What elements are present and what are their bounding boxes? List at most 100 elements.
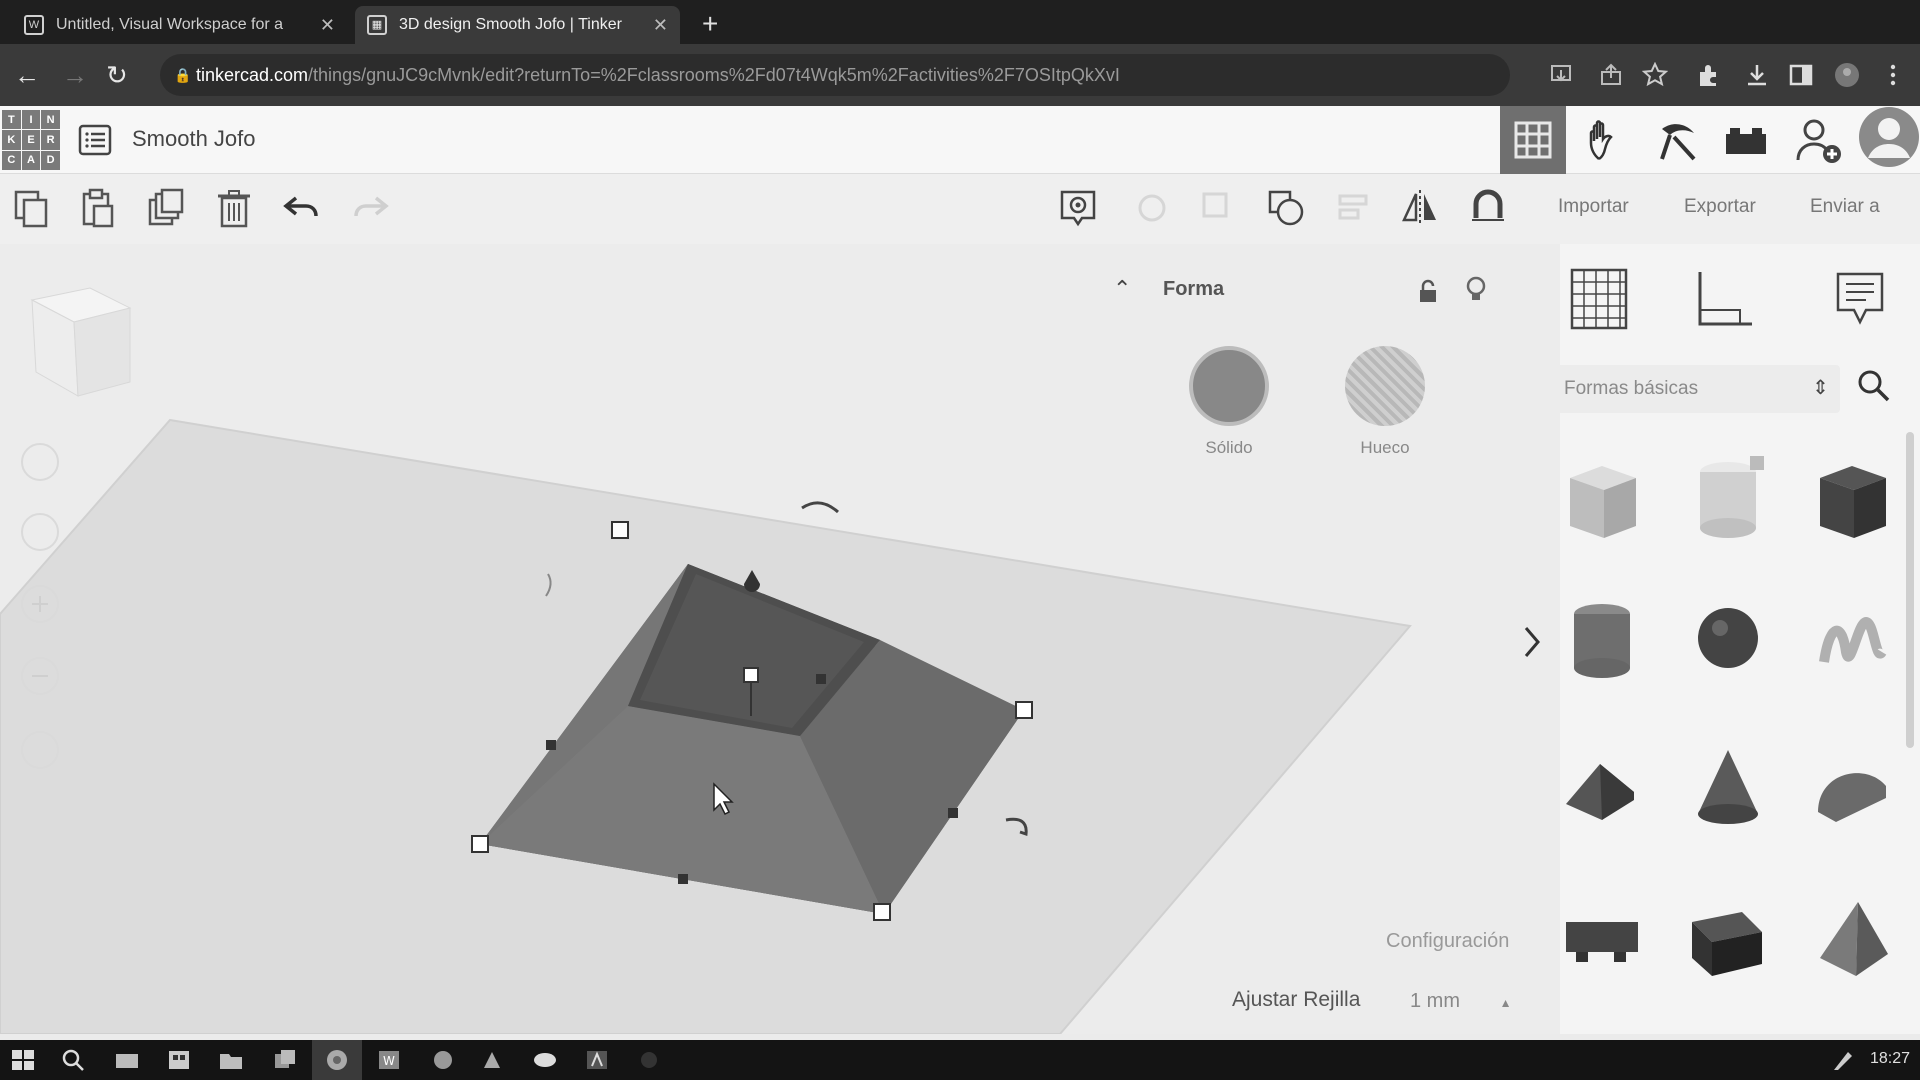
- tab-close-icon[interactable]: ✕: [320, 15, 335, 36]
- resize-handle[interactable]: [873, 903, 891, 921]
- browser-tab-tinkercad[interactable]: ▦ 3D design Smooth Jofo | Tinker ✕: [355, 6, 680, 44]
- browser-menu-icon[interactable]: [1880, 62, 1906, 88]
- design-list-icon[interactable]: [78, 124, 112, 156]
- roof-shape-tile[interactable]: [1556, 742, 1648, 834]
- settings-link[interactable]: Configuración: [1386, 930, 1509, 953]
- delete-trash-icon[interactable]: [214, 188, 254, 228]
- snap-grid-value: 1 mm: [1410, 990, 1460, 1012]
- hole-swatch[interactable]: [1345, 346, 1425, 426]
- sphere-shape-tile[interactable]: [1682, 592, 1774, 684]
- shape-category-select[interactable]: Formas básicas ⇕: [1540, 365, 1840, 413]
- app-icon[interactable]: [272, 1048, 298, 1072]
- scribble-shape-tile[interactable]: [1806, 592, 1898, 684]
- app-icon[interactable]: [584, 1048, 610, 1072]
- workplane-grid-icon[interactable]: [1570, 268, 1628, 330]
- reload-icon[interactable]: ↻: [106, 60, 128, 91]
- chrome-taskbar-button[interactable]: [312, 1040, 362, 1080]
- file-explorer-icon[interactable]: [218, 1048, 244, 1072]
- cone-shape-tile[interactable]: [1682, 742, 1774, 834]
- edge-handle[interactable]: [546, 740, 556, 750]
- view-3d-grid-button[interactable]: [1500, 106, 1566, 174]
- bricks-button[interactable]: [1650, 114, 1706, 168]
- round-roof-shape-tile[interactable]: [1806, 742, 1898, 834]
- side-panel-icon[interactable]: [1788, 62, 1814, 88]
- cylinder-outline-shape-tile[interactable]: [1682, 452, 1774, 544]
- collapse-chevron-icon[interactable]: ⌃: [1113, 276, 1131, 302]
- lego-bricks-button[interactable]: [1718, 114, 1774, 168]
- invite-user-button[interactable]: [1792, 114, 1848, 168]
- browser-tab-workspace[interactable]: W Untitled, Visual Workspace for a ✕: [12, 6, 347, 44]
- tab-favicon-icon: W: [24, 15, 44, 35]
- back-arrow-icon[interactable]: ←: [14, 60, 40, 91]
- app-icon[interactable]: [430, 1048, 456, 1072]
- app-icon[interactable]: [532, 1048, 558, 1072]
- tab-favicon-icon: ▦: [367, 15, 387, 35]
- app-icon[interactable]: [636, 1048, 662, 1072]
- download-icon[interactable]: [1744, 62, 1770, 88]
- undo-icon[interactable]: [282, 188, 322, 228]
- install-app-icon[interactable]: [1548, 62, 1574, 88]
- lock-icon[interactable]: [1417, 278, 1439, 304]
- url-path: /things/gnuJC9cMvnk/edit?returnTo=%2Fcla…: [308, 64, 1120, 85]
- text-shape-tile[interactable]: [1556, 892, 1648, 984]
- extensions-icon[interactable]: [1696, 62, 1722, 88]
- app-icon[interactable]: [166, 1048, 192, 1072]
- share-icon[interactable]: [1598, 62, 1624, 88]
- user-avatar[interactable]: [1858, 107, 1920, 167]
- duplicate-icon[interactable]: [146, 188, 186, 228]
- tinkercad-logo[interactable]: T I N K E R C A D: [2, 110, 60, 170]
- task-view-icon[interactable]: [114, 1048, 140, 1072]
- taskbar-search-icon[interactable]: [60, 1048, 86, 1072]
- wedge-shape-tile[interactable]: [1682, 892, 1774, 984]
- ungroup-icon[interactable]: [1266, 188, 1306, 228]
- redo-icon[interactable]: [350, 188, 390, 228]
- resize-handle[interactable]: [1015, 701, 1033, 719]
- panel-scrollbar[interactable]: [1906, 432, 1914, 748]
- cruise-magnet-icon[interactable]: [1468, 188, 1508, 228]
- mirror-icon[interactable]: [1400, 188, 1440, 228]
- notes-icon[interactable]: [1058, 188, 1098, 228]
- forward-arrow-icon[interactable]: →: [62, 60, 88, 91]
- bookmark-star-icon[interactable]: [1642, 62, 1668, 88]
- tab-title: 3D design Smooth Jofo | Tinker: [399, 16, 622, 33]
- group-icon[interactable]: [1198, 188, 1238, 228]
- profile-avatar-icon[interactable]: [1834, 62, 1860, 88]
- cylinder-shape-tile[interactable]: [1556, 592, 1648, 684]
- chrome-icon: [327, 1050, 347, 1070]
- edge-handle[interactable]: [948, 808, 958, 818]
- pen-icon[interactable]: [1830, 1048, 1856, 1072]
- copy-icon[interactable]: [12, 188, 52, 228]
- design-title[interactable]: Smooth Jofo: [132, 126, 256, 152]
- align-icon[interactable]: [1334, 188, 1374, 228]
- paste-icon[interactable]: [78, 188, 118, 228]
- edit-toolbar: Importar Exportar Enviar a: [0, 174, 1920, 244]
- show-all-icon[interactable]: [1132, 188, 1172, 228]
- export-button[interactable]: Exportar: [1684, 196, 1756, 218]
- bulb-icon[interactable]: [1465, 276, 1487, 304]
- expand-panel-chevron-icon[interactable]: [1522, 624, 1542, 660]
- shape-inspector: ⌃ Forma Sólido Hueco: [1095, 262, 1515, 462]
- resize-handle[interactable]: [471, 835, 489, 853]
- edge-handle[interactable]: [678, 874, 688, 884]
- search-icon[interactable]: [1856, 368, 1890, 402]
- blocks-button[interactable]: [1580, 114, 1636, 168]
- windows-start-icon[interactable]: [10, 1048, 36, 1072]
- tab-close-icon[interactable]: ✕: [653, 15, 668, 36]
- new-tab-icon[interactable]: +: [702, 8, 718, 40]
- edge-handle[interactable]: [816, 674, 826, 684]
- app-icon[interactable]: [480, 1048, 506, 1072]
- box-shape-tile[interactable]: [1556, 452, 1648, 544]
- notes-panel-icon[interactable]: [1834, 270, 1886, 328]
- box-solid-shape-tile[interactable]: [1806, 452, 1898, 544]
- pyramid-shape-tile[interactable]: [1806, 892, 1898, 984]
- height-handle[interactable]: [743, 667, 759, 683]
- url-field[interactable]: 🔒 tinkercad.com/things/gnuJC9cMvnk/edit?…: [160, 54, 1510, 96]
- word-icon[interactable]: W: [376, 1048, 402, 1072]
- solid-color-swatch[interactable]: [1189, 346, 1269, 426]
- resize-handle[interactable]: [611, 521, 629, 539]
- import-button[interactable]: Importar: [1558, 196, 1629, 218]
- snap-grid-select[interactable]: 1 mm ▲: [1410, 990, 1511, 1013]
- send-to-button[interactable]: Enviar a: [1810, 196, 1880, 218]
- ruler-icon[interactable]: [1696, 270, 1754, 328]
- url-host: tinkercad.com: [196, 64, 309, 85]
